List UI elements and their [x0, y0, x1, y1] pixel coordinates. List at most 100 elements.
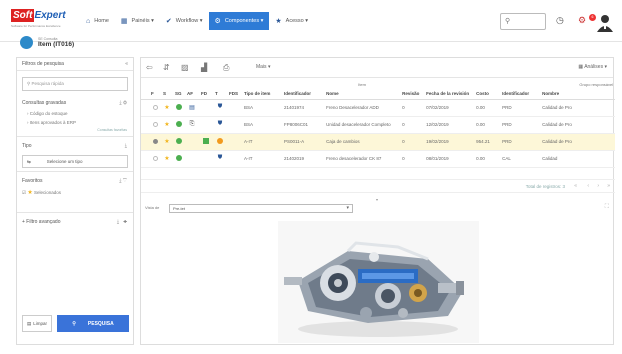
prev-page-icon[interactable]: ‹ — [587, 183, 589, 189]
eraser-icon: ▤ — [26, 320, 32, 326]
cell-group-id: CAL — [502, 156, 511, 161]
nav-panels[interactable]: ▦ Painéis ▾ — [115, 12, 160, 30]
softexpert-logo[interactable]: Soft Expert Software for Performance Exce… — [11, 9, 69, 28]
cell-group-name: Calidad de Pro — [542, 139, 572, 144]
main-nav: ⌂ Home ▦ Painéis ▾ ✔ Workflow ▾ ⚙ Componente… — [80, 12, 314, 30]
nav-components[interactable]: ⚙ Componentes ▾ — [208, 12, 270, 30]
search-label: PESQUISA — [87, 320, 114, 327]
nav-label: Painéis ▾ — [131, 18, 154, 24]
column-header[interactable]: Identificador — [282, 89, 325, 100]
cell-cost: 954.21 — [476, 139, 490, 144]
back-icon[interactable]: ⇦ — [146, 63, 153, 72]
print-icon[interactable]: ⎙ — [223, 63, 229, 73]
alert-icon[interactable]: ⚙ — [578, 15, 586, 26]
more-menu[interactable]: Mais ▾ — [256, 64, 270, 70]
group-header-responsible: Grupo responsável — [579, 82, 614, 87]
cell-name: Caja de cambios — [326, 139, 360, 144]
table-row-selected[interactable]: ★ A-IT PS0011-A Caja de cambios 0 19/02/… — [141, 133, 616, 150]
column-header[interactable]: AF — [185, 89, 199, 100]
logo-soft: Soft — [11, 9, 35, 22]
saved-query-item[interactable]: › Itens aprovados à ERP — [17, 118, 133, 127]
cell-cost: 0.00 — [476, 105, 485, 110]
column-header[interactable]: FDS — [227, 89, 242, 100]
status-dot-icon — [176, 121, 182, 127]
cell-type: A-IT — [244, 156, 253, 161]
type-label: Tipo — [22, 143, 32, 149]
favorites-label: Favoritos — [22, 178, 43, 184]
filter-panel-header: Filtros de pesquisa « — [17, 58, 133, 71]
next-page-icon[interactable]: › — [597, 183, 599, 189]
saved-query-item[interactable]: › Código do estoque — [17, 109, 133, 118]
favorites-item[interactable]: ☑ ★ Selecionados — [17, 187, 133, 198]
last-page-icon[interactable]: » — [607, 183, 610, 189]
row-radio[interactable] — [152, 121, 158, 127]
cell-date: 08/01/2019 — [426, 156, 449, 161]
row-radio[interactable] — [152, 104, 158, 110]
table-row[interactable]: ★ ⛊ A-IT 21402019 Freno desacelerador CK… — [141, 150, 616, 167]
column-header[interactable]: Nome — [324, 89, 401, 100]
row-radio[interactable] — [152, 155, 158, 161]
select-type-button[interactable]: ⇆ Selecione um tipo — [22, 155, 128, 168]
search-button[interactable]: ⚲ PESQUISA — [57, 315, 129, 332]
expand-icon[interactable]: ⛶ — [605, 204, 609, 211]
star-icon[interactable]: ★ — [164, 122, 169, 128]
nav-home[interactable]: ⌂ Home — [80, 12, 115, 30]
chart-icon[interactable]: ▟ — [201, 63, 207, 72]
download-settings-icon[interactable]: ⤓ ⚙ — [119, 100, 127, 106]
row-radio[interactable] — [152, 138, 158, 144]
clock-icon[interactable]: ◷ — [556, 15, 564, 26]
preview-select[interactable]: Pre-tet ▾ — [169, 204, 353, 213]
column-header[interactable]: Tipo de item — [242, 89, 282, 100]
download-plus-icon[interactable]: ⤓ ✚ — [117, 219, 127, 225]
nav-label: Home — [94, 18, 109, 24]
splitter-handle[interactable]: ▾ — [376, 197, 378, 202]
star-icon[interactable]: ★ — [164, 139, 169, 145]
column-header[interactable]: FD — [199, 89, 213, 100]
advanced-filter-row[interactable]: + Filtro avançado ⤓ ✚ — [17, 216, 133, 228]
grid-icon: ▦ — [120, 18, 128, 25]
select-type-label: Selecione um tipo — [46, 159, 83, 164]
filter-panel-title: Filtros de pesquisa — [22, 61, 64, 67]
star-icon[interactable]: ★ — [164, 156, 169, 162]
quick-search-input[interactable]: ⚲ Pesquisa rápida — [22, 77, 128, 91]
user-avatar[interactable] — [596, 14, 614, 32]
column-header[interactable]: S — [161, 89, 173, 100]
collapse-icon[interactable]: « — [125, 61, 128, 67]
favorite-queries-link[interactable]: Consultas favoritas — [17, 127, 133, 133]
analysis-menu[interactable]: ▦ Análises ▾ — [578, 64, 607, 70]
component-icon: ⚙ — [214, 18, 221, 25]
column-header[interactable]: Revisão — [400, 89, 425, 100]
column-header[interactable]: Identificador — [500, 89, 541, 100]
saved-queries-header: Consultas gravadas ⤓ ⚙ — [17, 97, 133, 109]
cell-name: Freno Desacelerador ADD — [326, 105, 379, 110]
column-header[interactable]: T — [213, 89, 227, 100]
table-row[interactable]: ★ ⎘ ⛊ BSA FP8006C01 Unidad desacelerador… — [141, 116, 616, 133]
document-icon: ▤ — [189, 105, 195, 111]
cell-id: PS0011-A — [284, 139, 305, 144]
clear-button[interactable]: ▤ Limpar — [22, 315, 52, 332]
nav-workflow[interactable]: ✔ Workflow ▾ — [160, 12, 209, 30]
nav-access[interactable]: ★ Acesso ▾ — [269, 12, 314, 30]
column-header[interactable]: Fecha de la revisión — [424, 89, 475, 100]
star-icon[interactable]: ★ — [164, 105, 169, 111]
cell-type: BSA — [244, 105, 254, 110]
cell-id: 21401974 — [284, 105, 305, 110]
hierarchy-icon[interactable]: ⇵ — [163, 63, 170, 72]
results-panel: ⇦ ⇵ ▨ ▟ ⎙ Mais ▾ ▦ Análises ▾ Item Grupo… — [140, 57, 616, 345]
image-icon[interactable]: ▨ — [181, 63, 189, 72]
preview-label: Vista de — [145, 205, 160, 210]
download-filter-icon[interactable]: ⤓ ▽ — [119, 178, 127, 184]
column-header[interactable]: SG — [173, 89, 185, 100]
cell-group-name: Calidad de Pro — [542, 105, 572, 110]
download-icon[interactable]: ⤓ — [125, 143, 127, 149]
table-row[interactable]: ★ ▤ ⛊ BSA 21401974 Freno Desacelerador A… — [141, 99, 616, 116]
global-search-input[interactable]: ⚲ — [500, 13, 546, 30]
column-header[interactable]: Costo — [474, 89, 501, 100]
column-header[interactable]: F — [149, 89, 161, 100]
filter-actions: ▤ Limpar ⚲ PESQUISA — [22, 315, 129, 332]
column-header[interactable]: Nombre — [540, 89, 616, 100]
first-page-icon[interactable]: « — [574, 183, 577, 189]
results-table: Item Grupo responsável F S SG AF FD T FD… — [141, 80, 616, 168]
results-toolbar: ⇦ ⇵ ▨ ▟ ⎙ Mais ▾ ▦ Análises ▾ — [141, 58, 613, 78]
cell-type: A-IT — [244, 139, 253, 144]
